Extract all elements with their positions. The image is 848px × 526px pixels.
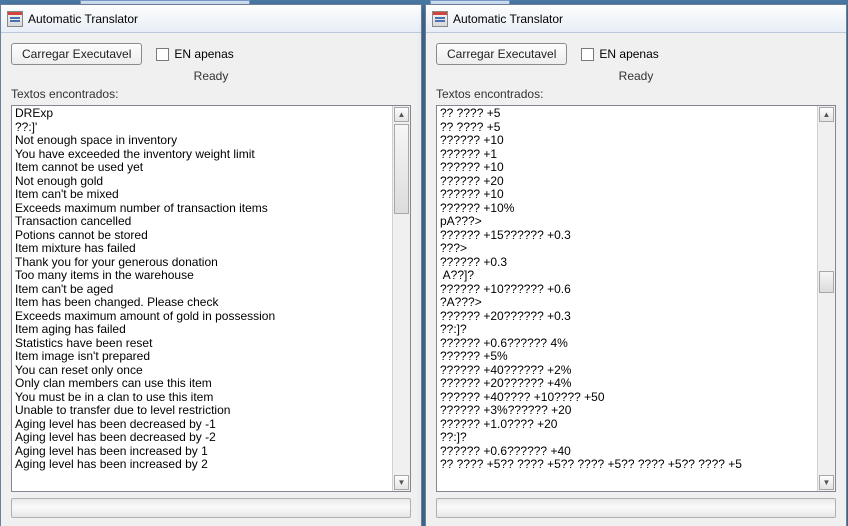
progress-bar [436,498,836,518]
scrollbar[interactable]: ▲ ▼ [817,106,835,491]
list-item[interactable]: ?????? +0.6?????? 4% [440,337,814,351]
list-item[interactable]: ?????? +10 [440,188,814,202]
list-item[interactable]: ?????? +1 [440,148,814,162]
list-item[interactable]: ??:]? [440,431,814,445]
list-item[interactable]: pA???> [440,215,814,229]
results-listbox[interactable]: DRExp??:]'Not enough space in inventoryY… [11,105,411,492]
scroll-thumb[interactable] [819,271,834,293]
list-item[interactable]: Thank you for your generous donation [15,256,389,270]
list-item[interactable]: ?????? +20?????? +4% [440,377,814,391]
titlebar[interactable]: Automatic Translator [426,5,846,33]
en-only-label: EN apenas [599,47,658,61]
list-item[interactable]: ?????? +10?????? +0.6 [440,283,814,297]
scroll-up-button[interactable]: ▲ [819,107,834,122]
list-item[interactable]: Exceeds maximum amount of gold in posses… [15,310,389,324]
list-item[interactable]: A??]? [440,269,814,283]
list-item[interactable]: ??:]? [440,323,814,337]
list-item[interactable]: Item aging has failed [15,323,389,337]
list-item[interactable]: ?????? +20 [440,175,814,189]
list-item[interactable]: Potions cannot be stored [15,229,389,243]
list-item[interactable]: Too many items in the warehouse [15,269,389,283]
en-only-checkbox[interactable]: EN apenas [156,47,233,61]
list-item[interactable]: ?????? +20?????? +0.3 [440,310,814,324]
list-item[interactable]: You have exceeded the inventory weight l… [15,148,389,162]
scroll-up-button[interactable]: ▲ [394,107,409,122]
checkbox-icon [156,48,169,61]
status-label: Ready [436,69,836,83]
load-executable-button[interactable]: Carregar Executavel [436,43,567,65]
list-item[interactable]: Aging level has been increased by 1 [15,445,389,459]
scroll-thumb[interactable] [394,124,409,214]
list-item[interactable]: Not enough space in inventory [15,134,389,148]
progress-bar [11,498,411,518]
list-item[interactable]: ?????? +10 [440,161,814,175]
found-label: Textos encontrados: [11,87,411,101]
list-item[interactable]: ?????? +40???? +10???? +50 [440,391,814,405]
list-item[interactable]: Not enough gold [15,175,389,189]
list-item[interactable]: ?A???> [440,296,814,310]
results-listbox[interactable]: ?? ???? +5?? ???? +5?????? +10?????? +1?… [436,105,836,492]
form-icon [7,11,23,27]
list-item[interactable]: ?????? +40?????? +2% [440,364,814,378]
list-item[interactable]: Statistics have been reset [15,337,389,351]
list-item[interactable]: ??:]' [15,121,389,135]
status-label: Ready [11,69,411,83]
form-icon [432,11,448,27]
list-item[interactable]: Item can't be mixed [15,188,389,202]
window-title: Automatic Translator [28,12,138,26]
list-item[interactable]: ?????? +5% [440,350,814,364]
list-item[interactable]: Item can't be aged [15,283,389,297]
en-only-checkbox[interactable]: EN apenas [581,47,658,61]
scroll-down-button[interactable]: ▼ [394,475,409,490]
window-title: Automatic Translator [453,12,563,26]
list-item[interactable]: ?????? +10% [440,202,814,216]
list-item[interactable]: Aging level has been decreased by -2 [15,431,389,445]
list-item[interactable]: Item has been changed. Please check [15,296,389,310]
list-item[interactable]: ?????? +3%?????? +20 [440,404,814,418]
list-item[interactable]: Item mixture has failed [15,242,389,256]
en-only-label: EN apenas [174,47,233,61]
list-item[interactable]: ?????? +10 [440,134,814,148]
scrollbar[interactable]: ▲ ▼ [392,106,410,491]
list-item[interactable]: ?????? +15?????? +0.3 [440,229,814,243]
list-item[interactable]: You must be in a clan to use this item [15,391,389,405]
list-item[interactable]: ?????? +0.6?????? +40 [440,445,814,459]
scroll-down-button[interactable]: ▼ [819,475,834,490]
list-item[interactable]: Transaction cancelled [15,215,389,229]
window-right: Automatic Translator Carregar Executavel… [425,4,847,526]
window-left: Automatic Translator Carregar Executavel… [0,4,422,526]
checkbox-icon [581,48,594,61]
list-item[interactable]: Exceeds maximum number of transaction it… [15,202,389,216]
list-item[interactable]: ?????? +1.0???? +20 [440,418,814,432]
list-item[interactable]: Item cannot be used yet [15,161,389,175]
list-item[interactable]: Only clan members can use this item [15,377,389,391]
list-item[interactable]: Aging level has been decreased by -1 [15,418,389,432]
list-item[interactable]: You can reset only once [15,364,389,378]
list-item[interactable]: ?????? +0.3 [440,256,814,270]
list-item[interactable]: Unable to transfer due to level restrict… [15,404,389,418]
list-item[interactable]: ?? ???? +5?? ???? +5?? ???? +5?? ???? +5… [440,458,814,472]
found-label: Textos encontrados: [436,87,836,101]
titlebar[interactable]: Automatic Translator [1,5,421,33]
load-executable-button[interactable]: Carregar Executavel [11,43,142,65]
list-item[interactable]: ???> [440,242,814,256]
list-item[interactable]: Aging level has been increased by 2 [15,458,389,472]
list-item[interactable]: ?? ???? +5 [440,121,814,135]
list-item[interactable]: ?? ???? +5 [440,107,814,121]
list-item[interactable]: DRExp [15,107,389,121]
list-item[interactable]: Item image isn't prepared [15,350,389,364]
